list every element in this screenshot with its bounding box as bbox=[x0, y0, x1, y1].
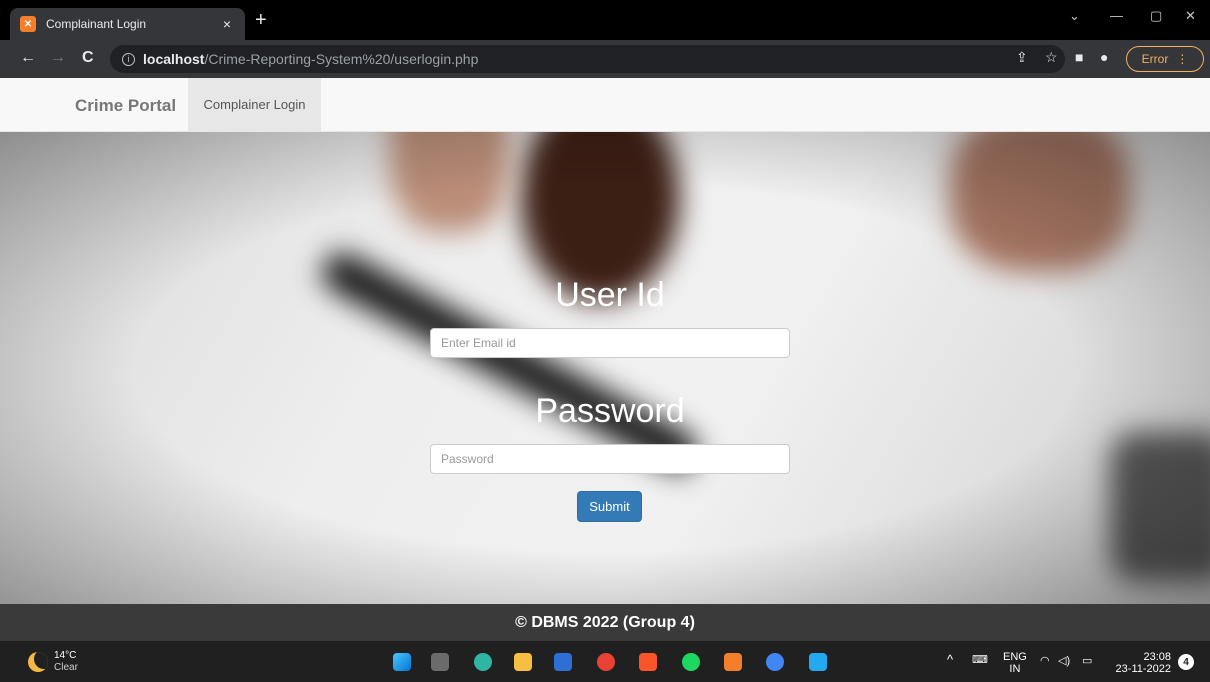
browser-tab[interactable]: ✕ Complainant Login × bbox=[10, 8, 245, 40]
clock-date: 23-11-2022 bbox=[1115, 663, 1171, 675]
moon-icon bbox=[28, 652, 48, 672]
volume-icon[interactable]: ◁) bbox=[1058, 655, 1070, 667]
weather-widget[interactable]: 14°C Clear bbox=[28, 650, 78, 674]
url-path: /Crime-Reporting-System%20/userlogin.php bbox=[204, 51, 479, 67]
minimize-icon[interactable]: — bbox=[1110, 8, 1123, 23]
tab-search-icon[interactable]: ⌄ bbox=[1069, 8, 1080, 24]
battery-icon[interactable]: ▭ bbox=[1082, 655, 1092, 667]
weather-condition: Clear bbox=[54, 662, 78, 673]
new-tab-button[interactable]: + bbox=[255, 10, 267, 30]
site-info-icon[interactable]: i bbox=[122, 52, 135, 66]
notification-badge[interactable]: 4 bbox=[1178, 654, 1194, 670]
xampp-icon[interactable] bbox=[724, 653, 742, 671]
error-menu-button[interactable]: Error ⋮ bbox=[1126, 46, 1204, 72]
start-icon[interactable] bbox=[393, 653, 411, 671]
browser-toolbar: ← → C i localhost /Crime-Reporting-Syste… bbox=[0, 40, 1210, 78]
address-bar[interactable]: i localhost /Crime-Reporting-System%20/u… bbox=[110, 45, 1065, 73]
task-view-icon[interactable] bbox=[431, 653, 449, 671]
profile-icon[interactable]: ● bbox=[1100, 49, 1108, 65]
side-panel-icon[interactable]: ■ bbox=[1075, 49, 1083, 65]
lang-bottom: IN bbox=[1009, 663, 1021, 675]
xampp-favicon-icon: ✕ bbox=[20, 16, 36, 32]
wifi-icon[interactable]: ◠ bbox=[1040, 655, 1050, 667]
forward-icon[interactable]: → bbox=[50, 49, 66, 67]
temperature: 14°C bbox=[54, 650, 77, 661]
tab-title: Complainant Login bbox=[46, 17, 147, 31]
tray-overflow-icon[interactable]: ^ bbox=[947, 653, 953, 666]
browser-tab-bar: ✕ Complainant Login × + ⌄ — ▢ ✕ bbox=[0, 0, 1210, 40]
vscode-icon[interactable] bbox=[809, 653, 827, 671]
windows-taskbar: 14°C Clear ^ ⌨ ENG IN ◠ ◁) ▭ 23:08 23-11… bbox=[0, 641, 1210, 682]
edge-icon[interactable] bbox=[474, 653, 492, 671]
back-icon[interactable]: ← bbox=[20, 49, 36, 67]
clock-time: 23:08 bbox=[1143, 651, 1171, 663]
submit-button[interactable]: Submit bbox=[577, 491, 642, 522]
error-label: Error bbox=[1141, 52, 1169, 66]
password-input[interactable] bbox=[430, 444, 790, 474]
brave-icon[interactable] bbox=[639, 653, 657, 671]
bookmark-star-icon[interactable]: ☆ bbox=[1045, 49, 1058, 66]
file-explorer-icon[interactable] bbox=[514, 653, 532, 671]
restore-icon[interactable]: ▢ bbox=[1150, 8, 1162, 24]
brand-link[interactable]: Crime Portal bbox=[75, 96, 176, 116]
site-navbar: Crime Portal Complainer Login bbox=[0, 78, 1210, 132]
language-indicator[interactable]: ENG IN bbox=[1003, 651, 1027, 675]
lang-top: ENG bbox=[1003, 651, 1027, 663]
login-hero-background bbox=[0, 132, 1210, 604]
window-close-icon[interactable]: ✕ bbox=[1185, 8, 1196, 24]
reload-icon[interactable]: C bbox=[82, 49, 94, 67]
spotify-icon[interactable] bbox=[682, 653, 700, 671]
userid-label: User Id bbox=[555, 276, 665, 314]
chrome-profile-icon[interactable] bbox=[766, 653, 784, 671]
site-footer: © DBMS 2022 (Group 4) bbox=[0, 604, 1210, 641]
keyboard-icon[interactable]: ⌨ bbox=[972, 654, 988, 666]
url-host: localhost bbox=[143, 51, 205, 67]
password-label: Password bbox=[535, 392, 685, 430]
tab-close-icon[interactable]: × bbox=[219, 16, 235, 32]
clock[interactable]: 23:08 23-11-2022 bbox=[1115, 651, 1171, 675]
mail-icon[interactable] bbox=[554, 653, 572, 671]
footer-text: © DBMS 2022 (Group 4) bbox=[515, 613, 695, 631]
kebab-menu-icon: ⋮ bbox=[1176, 52, 1189, 66]
chrome-icon[interactable] bbox=[597, 653, 615, 671]
share-icon[interactable]: ⇪ bbox=[1016, 49, 1028, 66]
nav-complainer-login[interactable]: Complainer Login bbox=[188, 78, 321, 131]
email-input[interactable] bbox=[430, 328, 790, 358]
